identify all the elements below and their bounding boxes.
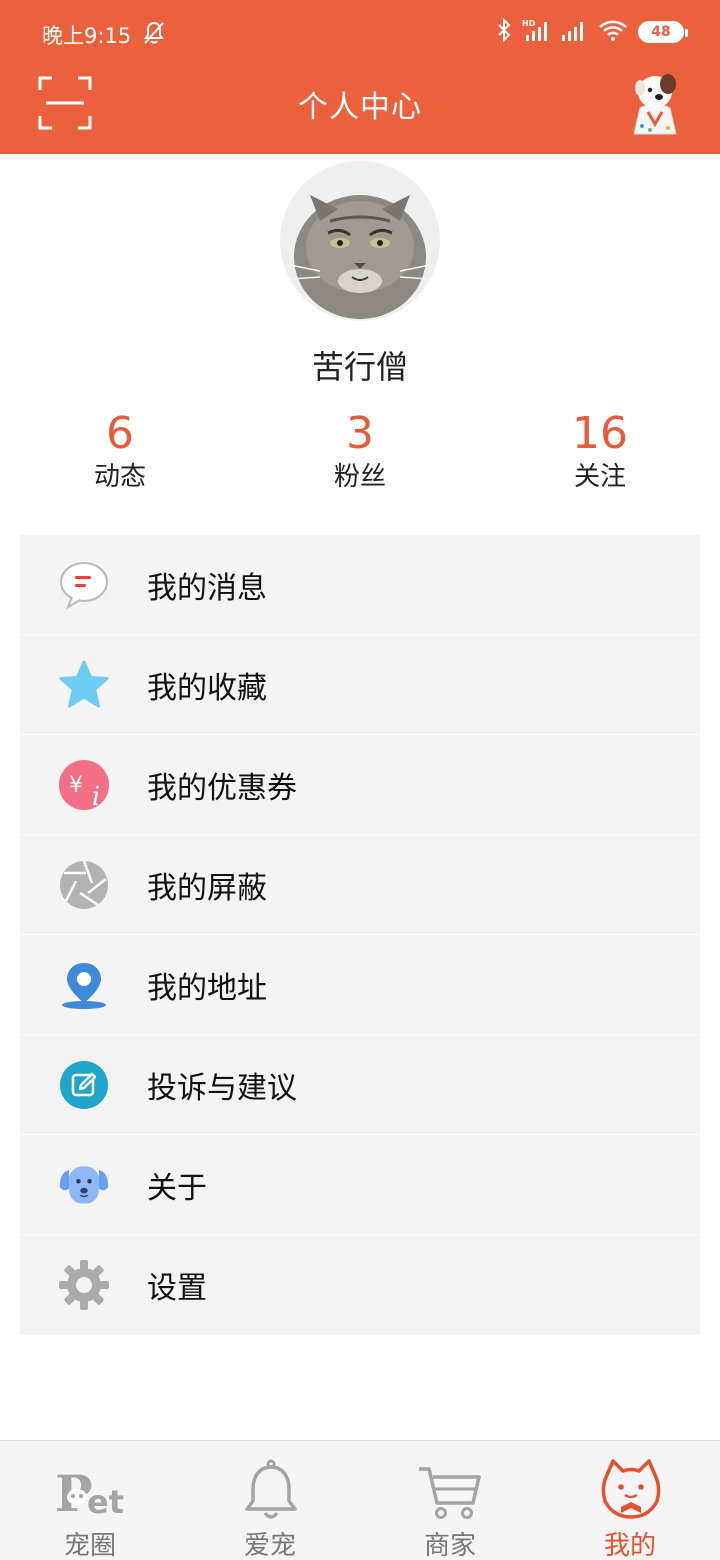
stat-posts[interactable]: 6 动态 — [40, 408, 200, 494]
username: 苦行僧 — [311, 348, 408, 386]
nav-tab-my-pets[interactable]: 爱宠 — [180, 1441, 360, 1560]
menu-item-messages[interactable]: 我的消息 — [20, 535, 700, 635]
menu-item-address[interactable]: 我的地址 — [20, 935, 700, 1035]
menu-label: 设置 — [147, 1271, 207, 1306]
signal-icon — [560, 18, 588, 46]
stat-value: 3 — [346, 408, 374, 459]
signal-hd-icon: HD — [522, 18, 550, 46]
message-icon — [58, 559, 110, 611]
nav-tab-merchants[interactable]: 商家 — [360, 1441, 540, 1560]
menu-label: 我的收藏 — [147, 671, 267, 706]
nav-label: 宠圈 — [63, 1531, 116, 1560]
stat-label: 动态 — [93, 462, 146, 492]
stat-label: 粉丝 — [333, 462, 386, 492]
menu-label: 我的消息 — [147, 571, 267, 606]
status-bar: 晚上9:15 HD 48 — [0, 0, 720, 66]
pet-logo-icon: Pet — [55, 1455, 127, 1527]
cat-face-icon — [595, 1455, 667, 1527]
stat-following[interactable]: 16 关注 — [520, 408, 680, 494]
page-title: 个人中心 — [298, 90, 422, 125]
status-icons: HD 48 — [496, 17, 688, 46]
coupon-icon: ¥ i — [58, 759, 110, 812]
location-icon — [58, 959, 110, 1011]
nav-tab-mine[interactable]: 我的 — [540, 1441, 720, 1560]
stat-label: 关注 — [573, 462, 626, 492]
nav-label: 我的 — [603, 1531, 656, 1560]
battery-indicator: 48 — [638, 21, 688, 43]
mascot-dog-button[interactable] — [626, 70, 684, 136]
shutter-icon — [58, 859, 110, 911]
wifi-icon — [598, 18, 628, 46]
mute-bell-icon — [142, 20, 166, 50]
nav-label: 商家 — [423, 1531, 476, 1560]
menu-item-blocked[interactable]: 我的屏蔽 — [20, 835, 700, 935]
profile-menu: 我的消息 我的收藏 ¥ i 我的优惠券 我的屏蔽 我的地址 投诉与建议 关于 设… — [20, 535, 700, 1335]
menu-label: 我的优惠券 — [147, 771, 297, 806]
app-header: 晚上9:15 HD 48 个人中心 — [0, 0, 720, 154]
stat-value: 6 — [106, 408, 134, 459]
svg-text:¥: ¥ — [69, 773, 83, 798]
gear-icon — [58, 1259, 110, 1311]
edit-icon — [58, 1059, 110, 1111]
star-icon — [58, 659, 110, 711]
menu-label: 我的屏蔽 — [147, 871, 267, 906]
avatar[interactable] — [280, 161, 440, 321]
bell-icon — [235, 1455, 307, 1527]
status-time: 晚上9:15 — [42, 24, 132, 48]
menu-item-feedback[interactable]: 投诉与建议 — [20, 1035, 700, 1135]
menu-label: 投诉与建议 — [147, 1071, 297, 1106]
dog-face-icon — [58, 1159, 110, 1211]
bluetooth-icon — [496, 17, 512, 46]
menu-item-settings[interactable]: 设置 — [20, 1235, 700, 1335]
stat-fans[interactable]: 3 粉丝 — [280, 408, 440, 494]
menu-item-about[interactable]: 关于 — [20, 1135, 700, 1235]
nav-tab-pet-circle[interactable]: Pet 宠圈 — [0, 1441, 180, 1560]
nav-label: 爱宠 — [243, 1531, 296, 1560]
svg-text:i: i — [92, 782, 100, 811]
svg-text:et: et — [87, 1483, 124, 1521]
svg-text:HD: HD — [522, 19, 536, 28]
cart-icon — [415, 1455, 487, 1527]
stat-value: 16 — [572, 408, 628, 459]
dog-mascot-icon — [633, 74, 677, 135]
menu-item-favorites[interactable]: 我的收藏 — [20, 635, 700, 735]
menu-label: 我的地址 — [147, 971, 267, 1006]
cat-avatar-image — [280, 161, 440, 321]
menu-item-coupons[interactable]: ¥ i 我的优惠券 — [20, 735, 700, 835]
bottom-nav: Pet 宠圈 爱宠 商家 我的 — [0, 1440, 720, 1560]
stats-row: 6 动态 3 粉丝 16 关注 — [0, 408, 720, 504]
menu-label: 关于 — [147, 1171, 207, 1206]
